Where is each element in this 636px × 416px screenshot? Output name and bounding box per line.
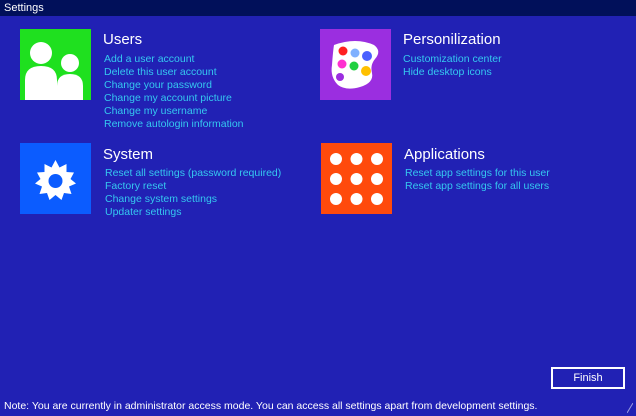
link-hide-desktop-icons[interactable]: Hide desktop icons <box>403 66 502 79</box>
window-title-bar: Settings <box>0 0 636 16</box>
system-tile[interactable] <box>20 143 91 214</box>
link-reset-app-settings-user[interactable]: Reset app settings for this user <box>405 167 550 180</box>
link-reset-all-settings[interactable]: Reset all settings (password required) <box>105 167 281 180</box>
window-title: Settings <box>4 2 44 14</box>
link-change-system-settings[interactable]: Change system settings <box>105 193 281 206</box>
personalization-tile[interactable] <box>320 29 391 100</box>
link-remove-autologin[interactable]: Remove autologin information <box>104 118 244 131</box>
link-customization-center[interactable]: Customization center <box>403 53 502 66</box>
applications-tile[interactable] <box>321 143 392 214</box>
users-links: Add a user account Delete this user acco… <box>104 53 244 131</box>
gear-icon <box>35 160 76 200</box>
link-factory-reset[interactable]: Factory reset <box>105 180 281 193</box>
users-tile[interactable] <box>20 29 91 100</box>
link-change-account-picture[interactable]: Change my account picture <box>104 92 244 105</box>
link-add-user-account[interactable]: Add a user account <box>104 53 244 66</box>
link-updater-settings[interactable]: Updater settings <box>105 206 281 219</box>
palette-icon <box>331 41 379 89</box>
users-section-title: Users <box>103 31 143 48</box>
system-links: Reset all settings (password required) F… <box>105 167 281 219</box>
applications-links: Reset app settings for this user Reset a… <box>405 167 550 193</box>
personalization-links: Customization center Hide desktop icons <box>403 53 502 79</box>
link-reset-app-settings-all[interactable]: Reset app settings for all users <box>405 180 550 193</box>
applications-section-title: Applications <box>404 146 485 163</box>
personalization-section-title: Personilization <box>403 31 501 48</box>
link-change-password[interactable]: Change your password <box>104 79 244 92</box>
footer-note: Note: You are currently in administrator… <box>4 400 538 412</box>
finish-button[interactable]: Finish <box>551 367 625 389</box>
link-delete-user-account[interactable]: Delete this user account <box>104 66 244 79</box>
link-change-username[interactable]: Change my username <box>104 105 244 118</box>
resize-grip-icon[interactable] <box>627 403 633 413</box>
users-icon <box>25 42 83 100</box>
app-grid-icon <box>330 153 383 205</box>
system-section-title: System <box>103 146 154 163</box>
